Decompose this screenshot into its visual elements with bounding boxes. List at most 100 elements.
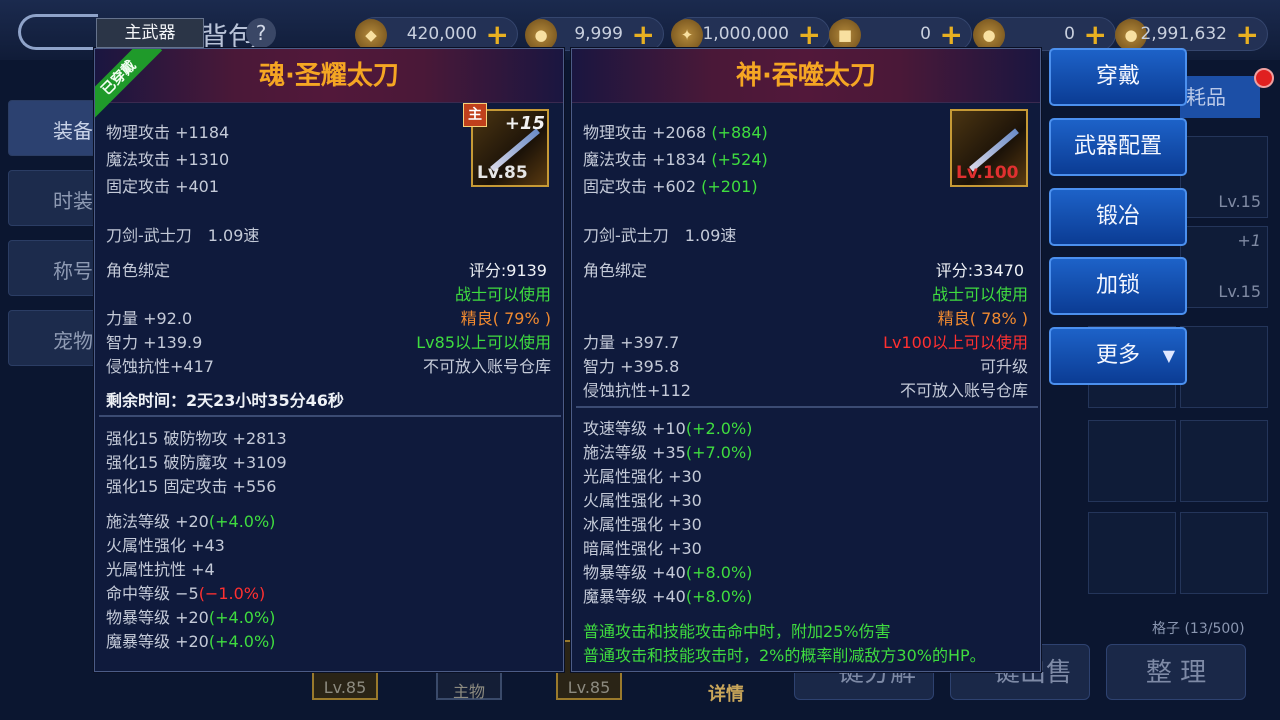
inventory-slot[interactable]: Lv.15: [1180, 136, 1268, 218]
add-currency-button[interactable]: +: [940, 18, 963, 51]
extra-stat-pct: (+4.0%): [208, 512, 276, 531]
extra-stat-text: 魔暴等级 +20: [106, 632, 209, 651]
grid-count: 格子 (13/500): [1152, 621, 1245, 637]
item-level: Lv.85: [477, 163, 528, 183]
medal-icon: ●: [973, 19, 1005, 51]
more-button-label: 更多: [1095, 343, 1140, 368]
attribute-stat: 力量 +397.7: [583, 333, 680, 352]
attribute-stat: 智力 +395.8: [583, 357, 680, 376]
currency-ticket: ✦ 1,000,000 +: [671, 17, 830, 51]
chevron-down-icon: ▼: [1162, 346, 1175, 365]
extra-stat: 施法等级 +20(+4.0%): [106, 508, 275, 532]
currency-medal: ● 0 +: [973, 17, 1116, 51]
extra-stat-pct: (−1.0%): [198, 584, 266, 603]
equip-button[interactable]: 穿戴: [1049, 48, 1187, 106]
tab-consumables[interactable]: 耗品: [1180, 76, 1260, 118]
item-quality: 精良( 79% ): [460, 309, 551, 328]
add-currency-button[interactable]: +: [1084, 18, 1107, 51]
extra-stat-pct: (+7.0%): [685, 443, 753, 462]
extra-stat-pct: (+4.0%): [208, 632, 276, 651]
attack-diff: (+524): [711, 150, 768, 169]
tab-equipment[interactable]: 装备: [8, 100, 98, 156]
extra-stat-text: 命中等级 −5: [106, 584, 199, 603]
item-title: 神·吞噬太刀: [572, 49, 1040, 103]
add-currency-button[interactable]: +: [632, 18, 655, 51]
inventory-slot[interactable]: [1180, 420, 1268, 502]
slot-level: Lv.15: [1218, 282, 1261, 301]
tab-fashion[interactable]: 时装: [8, 170, 98, 226]
add-currency-button[interactable]: +: [798, 18, 821, 51]
item-icon: Lv.100: [950, 109, 1028, 187]
storage-restriction: 不可放入账号仓库: [422, 357, 551, 376]
inventory-slot[interactable]: [1180, 326, 1268, 408]
bind-status: 角色绑定: [106, 261, 171, 280]
extra-stat: 施法等级 +35(+7.0%): [583, 439, 752, 463]
weapon-type: 刀剑-武士刀 1.09速: [106, 226, 260, 245]
inventory-slot[interactable]: +1 Lv.15: [1180, 226, 1268, 308]
remaining-time: 剩余时间：2天23小时35分46秒: [106, 391, 344, 410]
attack-diff: (+884): [711, 123, 768, 142]
weapon-config-button[interactable]: 武器配置: [1049, 118, 1187, 176]
add-currency-button[interactable]: +: [1236, 18, 1259, 51]
extra-stat-text: 施法等级 +35: [583, 443, 686, 462]
enhance-level: +15: [504, 113, 545, 134]
forge-button[interactable]: 锻冶: [1049, 188, 1187, 246]
currency-value: 9,999: [574, 24, 623, 44]
tab-pet[interactable]: 宠物: [8, 310, 98, 366]
attack-stat: 物理攻击 +2068 (+884): [583, 119, 768, 143]
divider: [99, 415, 561, 417]
tab-title[interactable]: 称号: [8, 240, 98, 296]
currency-value: 0: [1064, 24, 1075, 44]
add-currency-button[interactable]: +: [486, 18, 509, 51]
enhance-stat: 强化15 破防物攻 +2813: [106, 429, 287, 448]
currency-gold: ● 2,991,632 +: [1115, 17, 1268, 51]
extra-stat-text: 物暴等级 +20: [106, 608, 209, 627]
class-requirement: 战士可以使用: [931, 285, 1028, 304]
inventory-slot[interactable]: [1180, 512, 1268, 594]
attack-stat-text: 魔法攻击 +1834: [583, 150, 707, 169]
detail-link[interactable]: 详情: [708, 680, 744, 706]
level-requirement: Lv85以上可以使用: [416, 333, 551, 352]
attribute-stat: 智力 +139.9: [106, 333, 203, 352]
extra-stat: 魔暴等级 +20(+4.0%): [106, 628, 275, 652]
extra-stat-text: 攻速等级 +10: [583, 419, 686, 438]
item-level: Lv.100: [956, 163, 1019, 183]
inventory-slot[interactable]: [1088, 512, 1176, 594]
extra-stat-text: 物暴等级 +40: [583, 563, 686, 582]
extra-stat: 暗属性强化 +30: [583, 535, 702, 559]
storage-restriction: 不可放入账号仓库: [899, 381, 1028, 400]
bind-status: 角色绑定: [583, 261, 648, 280]
extra-stat-text: 魔暴等级 +40: [583, 587, 686, 606]
attack-stat: 物理攻击 +1184: [106, 123, 230, 142]
extra-stat-text: 火属性强化 +43: [106, 536, 225, 555]
extra-stat-text: 暗属性强化 +30: [583, 539, 702, 558]
back-arrow-icon[interactable]: [18, 14, 98, 50]
help-icon[interactable]: ?: [246, 18, 276, 48]
more-button[interactable]: 更多 ▼: [1049, 327, 1187, 385]
extra-stat-text: 施法等级 +20: [106, 512, 209, 531]
extra-stat: 光属性强化 +30: [583, 463, 702, 487]
extra-stat: 魔暴等级 +40(+8.0%): [583, 583, 752, 607]
upgrade-status: 可升级: [979, 357, 1028, 376]
item-quality: 精良( 78% ): [937, 309, 1028, 328]
extra-stat: 火属性强化 +43: [106, 532, 225, 556]
extra-stat: 火属性强化 +30: [583, 487, 702, 511]
level-requirement: Lv100以上可以使用: [883, 333, 1028, 352]
attack-stat: 魔法攻击 +1310: [106, 150, 230, 169]
extra-stat-pct: (+8.0%): [685, 587, 753, 606]
extra-stat-pct: (+4.0%): [208, 608, 276, 627]
currency-value: 420,000: [406, 24, 477, 44]
attack-stat: 魔法攻击 +1834 (+524): [583, 146, 768, 170]
currency-crystal: ◆ 420,000 +: [355, 17, 518, 51]
attribute-stat: 力量 +92.0: [106, 309, 193, 328]
divider: [576, 406, 1038, 408]
item-title: 魂·圣耀太刀: [95, 49, 563, 103]
extra-stat-text: 光属性强化 +30: [583, 467, 702, 486]
lock-button[interactable]: 加锁: [1049, 257, 1187, 315]
inventory-slot[interactable]: [1088, 420, 1176, 502]
enhance-stat: 强化15 固定攻击 +556: [106, 477, 277, 496]
special-effect: 普通攻击和技能攻击命中时，附加25%伤害: [583, 622, 891, 641]
extra-stat-pct: (+8.0%): [685, 563, 753, 582]
special-effect: 普通攻击和技能攻击时，2%的概率削减敌方30%的HP。: [583, 646, 986, 665]
sort-button[interactable]: 整 理: [1106, 644, 1246, 700]
